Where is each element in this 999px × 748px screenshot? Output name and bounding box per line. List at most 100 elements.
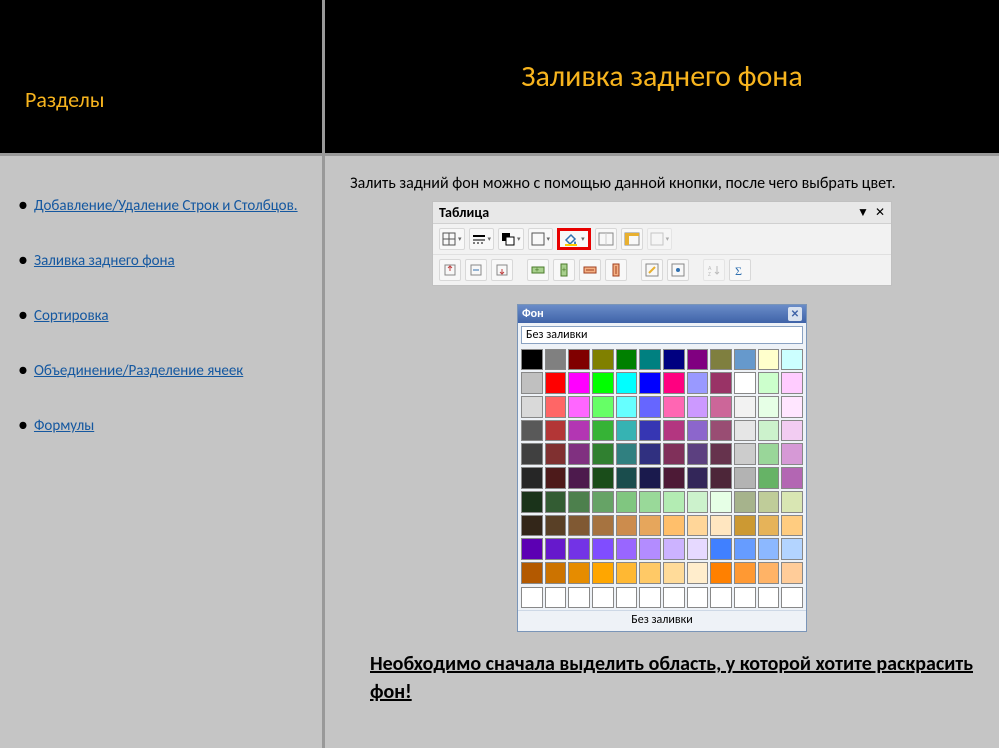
color-swatch[interactable]: [568, 372, 590, 394]
color-swatch[interactable]: [734, 562, 756, 584]
color-swatch[interactable]: [734, 349, 756, 371]
color-swatch[interactable]: [663, 396, 685, 418]
color-swatch[interactable]: [734, 515, 756, 537]
color-swatch[interactable]: [639, 562, 661, 584]
color-swatch[interactable]: [758, 349, 780, 371]
color-swatch[interactable]: [521, 349, 543, 371]
color-swatch[interactable]: [758, 443, 780, 465]
align-top-icon[interactable]: [439, 259, 461, 281]
color-swatch[interactable]: [781, 372, 803, 394]
color-swatch[interactable]: [687, 396, 709, 418]
color-swatch[interactable]: [521, 372, 543, 394]
color-swatch[interactable]: [734, 443, 756, 465]
color-swatch[interactable]: [663, 349, 685, 371]
color-swatch[interactable]: [663, 562, 685, 584]
color-swatch[interactable]: [663, 515, 685, 537]
color-swatch-empty[interactable]: [568, 587, 590, 609]
color-swatch[interactable]: [616, 396, 638, 418]
color-swatch[interactable]: [687, 372, 709, 394]
color-swatch[interactable]: [758, 491, 780, 513]
color-swatch[interactable]: [616, 372, 638, 394]
delete-col-icon[interactable]: [605, 259, 627, 281]
color-swatch[interactable]: [710, 420, 732, 442]
color-swatch[interactable]: [781, 420, 803, 442]
color-swatch[interactable]: [568, 420, 590, 442]
color-swatch[interactable]: [758, 420, 780, 442]
color-swatch[interactable]: [639, 538, 661, 560]
color-swatch[interactable]: [687, 443, 709, 465]
color-swatch[interactable]: [616, 443, 638, 465]
color-swatch[interactable]: [521, 420, 543, 442]
color-swatch[interactable]: [687, 562, 709, 584]
color-swatch-empty[interactable]: [639, 587, 661, 609]
sum-icon[interactable]: Σ: [729, 259, 751, 281]
color-swatch-empty[interactable]: [758, 587, 780, 609]
color-swatch[interactable]: [687, 515, 709, 537]
color-swatch[interactable]: [521, 396, 543, 418]
color-swatch[interactable]: [545, 396, 567, 418]
color-swatch-empty[interactable]: [545, 587, 567, 609]
color-swatch[interactable]: [521, 491, 543, 513]
nav-link-fill[interactable]: Заливка заднего фона: [34, 251, 175, 272]
color-swatch[interactable]: [521, 562, 543, 584]
color-swatch[interactable]: [710, 349, 732, 371]
align-bottom-icon[interactable]: [491, 259, 513, 281]
color-swatch[interactable]: [545, 467, 567, 489]
borders-icon[interactable]: [528, 228, 554, 250]
color-swatch[interactable]: [687, 467, 709, 489]
color-swatch[interactable]: [616, 467, 638, 489]
color-swatch[interactable]: [781, 515, 803, 537]
picker-nofill-bottom[interactable]: Без заливки: [518, 610, 806, 631]
color-swatch[interactable]: [734, 372, 756, 394]
color-swatch[interactable]: [758, 538, 780, 560]
color-swatch[interactable]: [687, 538, 709, 560]
color-swatch[interactable]: [734, 538, 756, 560]
color-swatch[interactable]: [616, 562, 638, 584]
color-swatch[interactable]: [521, 443, 543, 465]
color-swatch[interactable]: [710, 443, 732, 465]
sort-icon[interactable]: AZ: [703, 259, 725, 281]
color-swatch-empty[interactable]: [663, 587, 685, 609]
color-swatch[interactable]: [710, 562, 732, 584]
color-swatch[interactable]: [592, 443, 614, 465]
color-swatch[interactable]: [781, 349, 803, 371]
color-swatch[interactable]: [568, 562, 590, 584]
color-swatch[interactable]: [545, 349, 567, 371]
color-swatch[interactable]: [592, 467, 614, 489]
color-swatch[interactable]: [568, 349, 590, 371]
color-swatch[interactable]: [545, 491, 567, 513]
color-swatch-empty[interactable]: [616, 587, 638, 609]
table-props-icon[interactable]: [667, 259, 689, 281]
color-swatch[interactable]: [781, 467, 803, 489]
toolbar-collapse-icon[interactable]: ▼: [857, 205, 869, 220]
color-swatch[interactable]: [663, 491, 685, 513]
color-swatch[interactable]: [663, 538, 685, 560]
merge-cells-icon[interactable]: [595, 228, 617, 250]
color-swatch[interactable]: [710, 372, 732, 394]
toolbar-close-icon[interactable]: ✕: [875, 205, 885, 220]
color-swatch[interactable]: [710, 538, 732, 560]
color-swatch[interactable]: [758, 372, 780, 394]
color-swatch[interactable]: [663, 420, 685, 442]
nav-link-merge[interactable]: Объединение/Разделение ячеек: [34, 361, 243, 382]
color-swatch[interactable]: [592, 515, 614, 537]
color-swatch[interactable]: [616, 491, 638, 513]
autoformat-icon[interactable]: [621, 228, 643, 250]
color-swatch[interactable]: [592, 396, 614, 418]
color-swatch-empty[interactable]: [781, 587, 803, 609]
color-swatch-empty[interactable]: [687, 587, 709, 609]
color-swatch[interactable]: [758, 562, 780, 584]
color-swatch-empty[interactable]: [592, 587, 614, 609]
color-swatch[interactable]: [663, 443, 685, 465]
color-swatch[interactable]: [639, 396, 661, 418]
color-swatch[interactable]: [639, 491, 661, 513]
color-swatch-empty[interactable]: [710, 587, 732, 609]
line-style-icon[interactable]: [469, 228, 495, 250]
color-swatch[interactable]: [616, 538, 638, 560]
color-swatch[interactable]: [521, 467, 543, 489]
color-swatch-empty[interactable]: [521, 587, 543, 609]
color-swatch[interactable]: [545, 562, 567, 584]
color-swatch[interactable]: [781, 443, 803, 465]
color-swatch[interactable]: [639, 443, 661, 465]
color-swatch[interactable]: [687, 349, 709, 371]
